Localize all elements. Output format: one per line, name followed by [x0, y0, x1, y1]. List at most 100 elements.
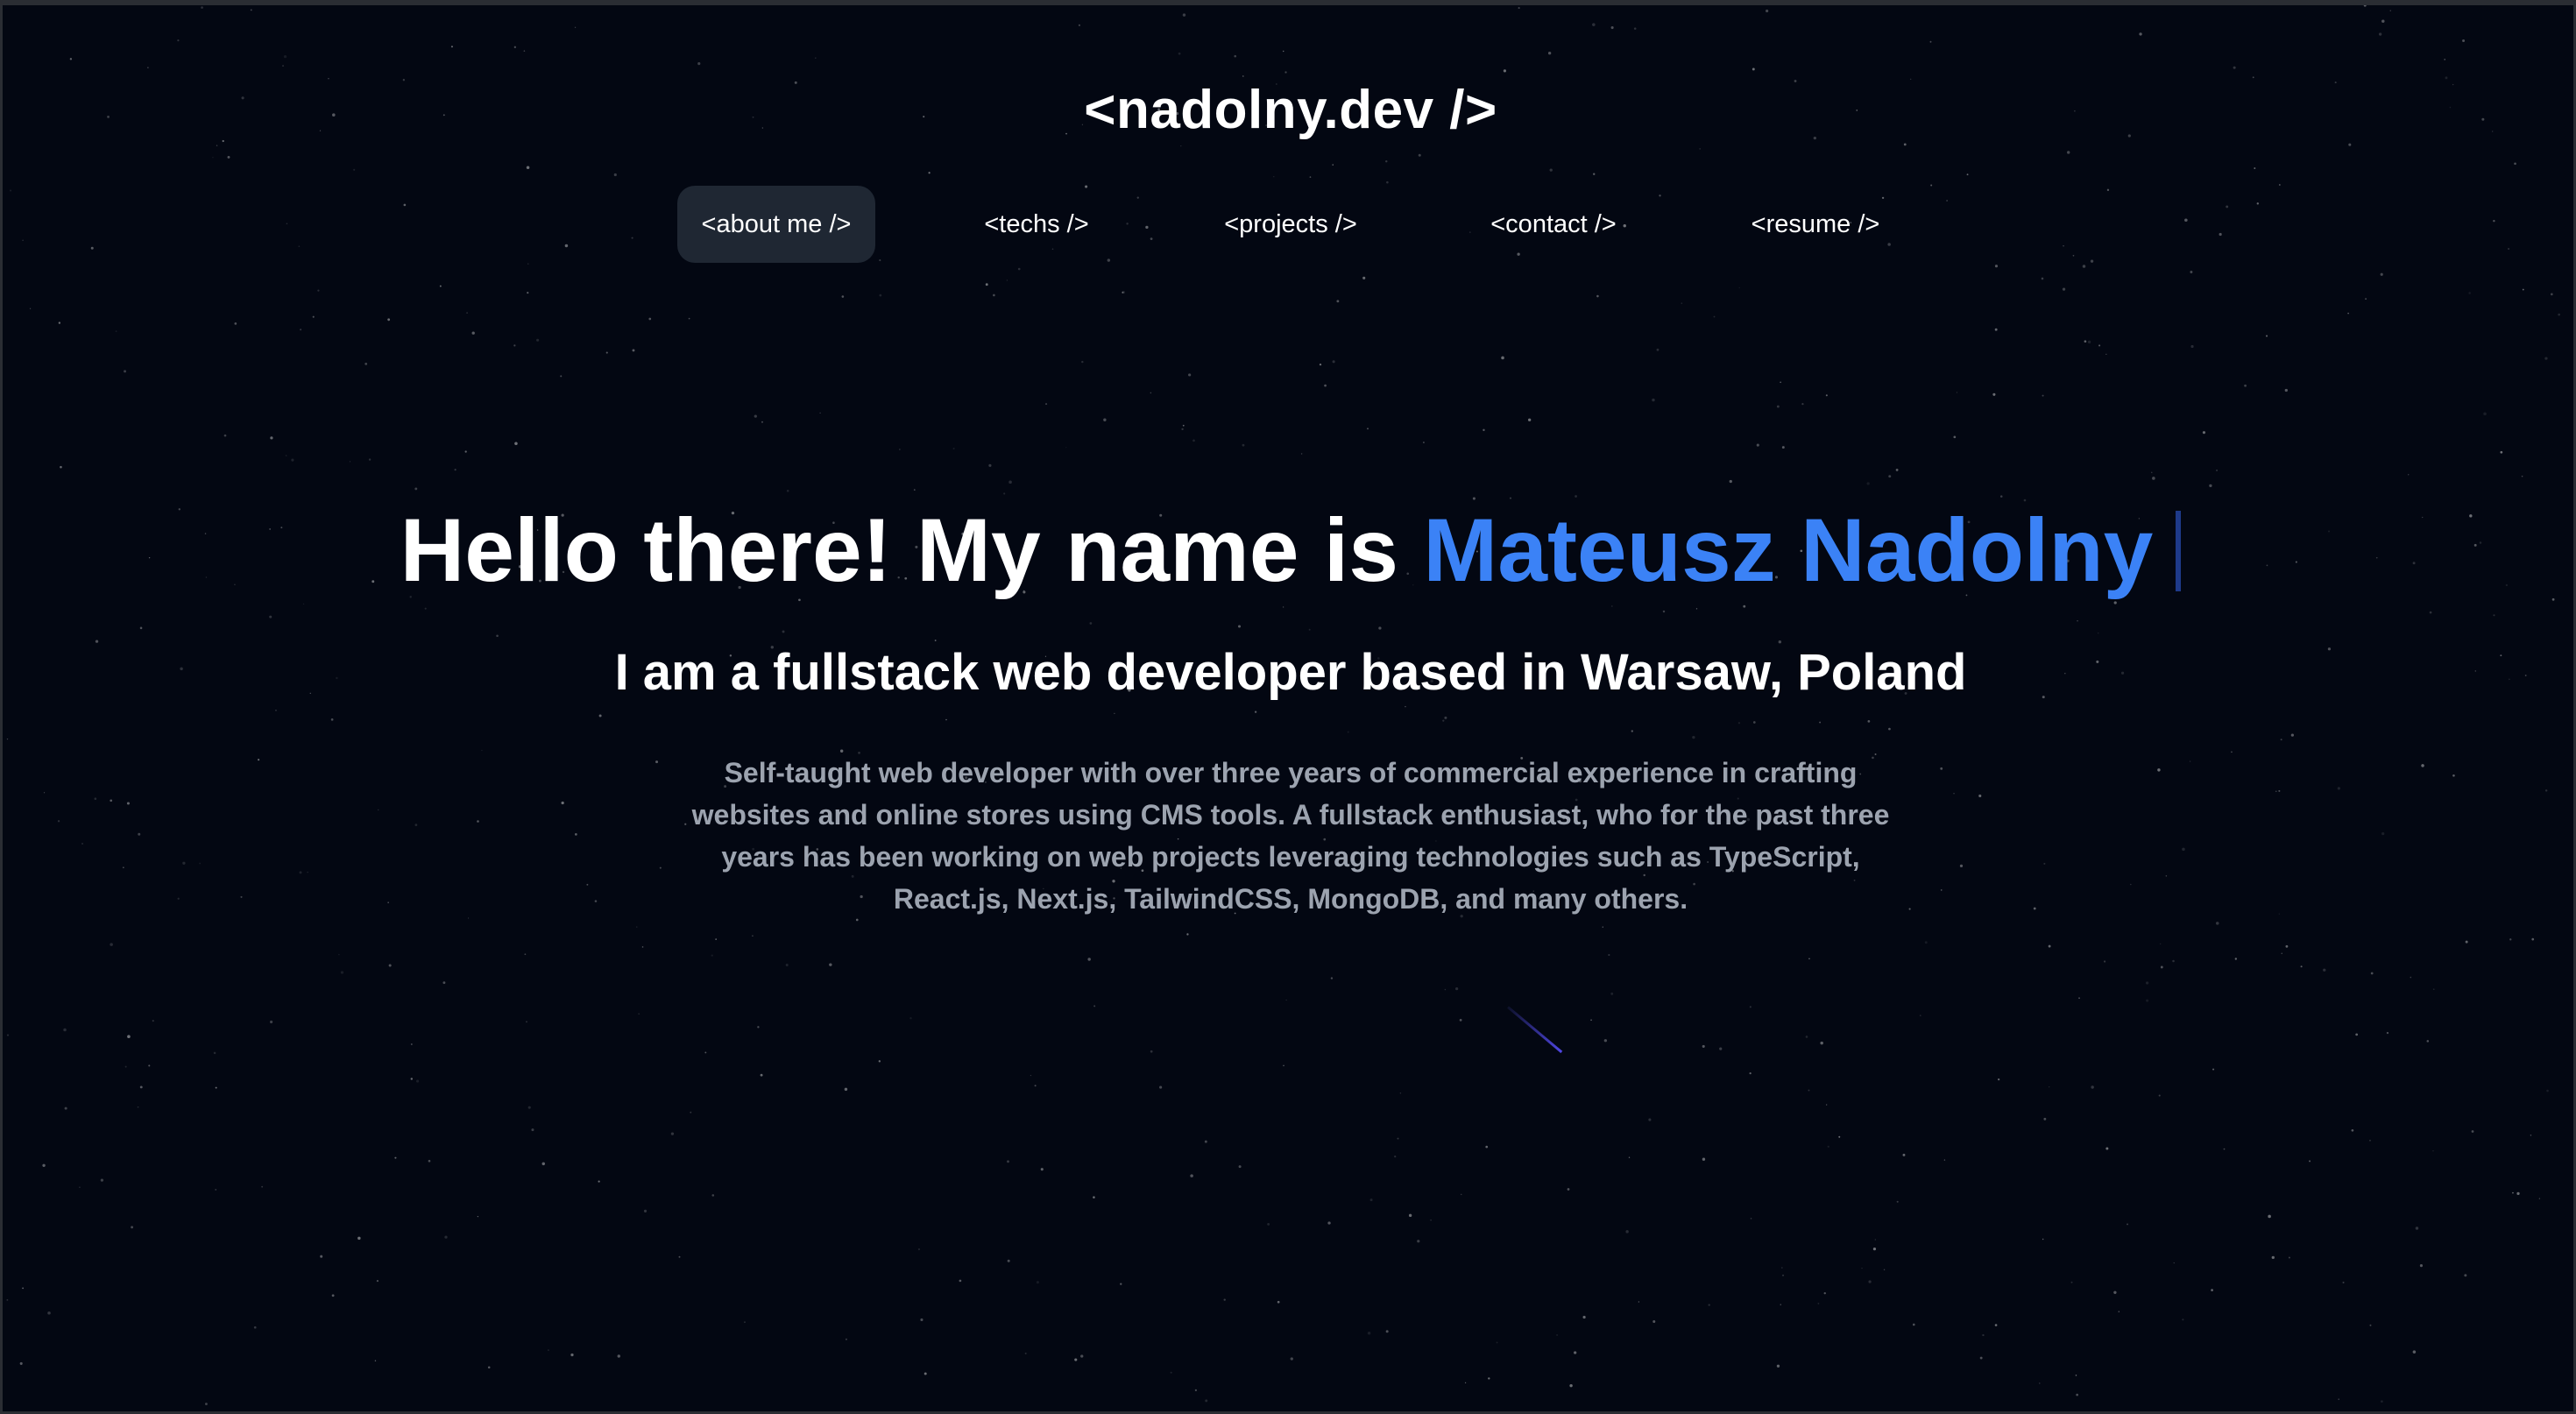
star-dot	[127, 1035, 131, 1038]
star-dot	[1385, 1330, 1389, 1333]
nav-item-about-me[interactable]: <about me />	[677, 186, 875, 263]
star-dot	[1861, 1267, 1863, 1269]
star-dot	[2348, 143, 2352, 146]
star-dot	[1808, 958, 1810, 960]
star-dot	[598, 714, 602, 718]
star-dot	[2098, 344, 2101, 347]
star-dot	[2062, 287, 2066, 291]
star-dot	[1749, 1072, 1752, 1075]
star-dot	[454, 469, 456, 471]
star-dot	[1282, 606, 1284, 608]
star-dot	[2363, 5, 2367, 7]
nav-item-contact[interactable]: <contact />	[1478, 186, 1629, 263]
star-dot	[2043, 1117, 2047, 1121]
star-dot	[19, 1361, 23, 1365]
nav-item-projects[interactable]: <projects />	[1205, 186, 1376, 263]
star-dot	[1194, 1389, 1198, 1391]
star-dot	[2370, 972, 2374, 975]
star-dot	[1652, 398, 1655, 402]
star-dot	[1776, 1364, 1780, 1368]
star-dot	[2415, 1227, 2419, 1230]
star-dot	[387, 318, 391, 322]
star-dot	[1273, 176, 1275, 178]
star-dot	[213, 1051, 216, 1055]
star-dot	[428, 1159, 431, 1163]
star-dot	[574, 26, 577, 29]
star-dot	[2351, 1128, 2354, 1132]
star-dot	[2471, 1130, 2474, 1133]
star-dot	[2365, 298, 2367, 300]
star-dot	[81, 843, 83, 845]
star-dot	[761, 421, 763, 423]
star-dot	[1332, 164, 1334, 166]
star-dot	[1819, 721, 1822, 724]
star-dot	[841, 295, 845, 298]
star-dot	[1078, 24, 1080, 26]
star-dot	[439, 285, 442, 287]
star-dot	[913, 489, 916, 491]
nav-item-resume[interactable]: <resume />	[1737, 186, 1893, 263]
star-dot	[655, 760, 659, 764]
star-dot	[299, 871, 302, 874]
star-dot	[387, 901, 389, 903]
star-dot	[2419, 1264, 2424, 1268]
star-dot	[1030, 1074, 1032, 1077]
star-dot	[2408, 474, 2410, 476]
star-dot	[2381, 831, 2385, 836]
star-dot	[1283, 50, 1284, 53]
star-dot	[1103, 418, 1107, 421]
star-dot	[2118, 1311, 2120, 1312]
star-dot	[2042, 1238, 2044, 1241]
star-dot	[617, 1354, 620, 1358]
star-dot	[269, 615, 272, 619]
star-dot	[1408, 1213, 1412, 1218]
star-dot	[523, 50, 526, 52]
star-dot	[2215, 922, 2219, 925]
star-dot	[2355, 1033, 2359, 1036]
star-dot	[2290, 733, 2294, 737]
star-dot	[1034, 1085, 1037, 1087]
star-dot	[2244, 384, 2247, 387]
star-dot	[928, 172, 931, 174]
star-dot	[2429, 611, 2432, 614]
star-dot	[782, 630, 785, 633]
star-dot	[2280, 739, 2282, 741]
star-dot	[514, 442, 518, 446]
star-dot	[2113, 1290, 2117, 1294]
star-dot	[444, 1235, 448, 1239]
site-logo[interactable]: <nadolny.dev />	[3, 79, 2573, 141]
star-dot	[1719, 1047, 1723, 1050]
star-dot	[711, 954, 713, 957]
star-dot	[1254, 711, 1257, 713]
star-dot	[1943, 1159, 1946, 1161]
star-dot	[1081, 360, 1084, 364]
star-dot	[2048, 944, 2051, 948]
star-dot	[2558, 313, 2561, 316]
hero-name: Mateusz Nadolny	[1423, 500, 2154, 600]
star-dot	[2041, 277, 2044, 280]
star-dot	[1399, 1092, 1402, 1094]
star-dot	[63, 1028, 67, 1032]
star-dot	[1242, 75, 1244, 77]
star-dot	[1953, 793, 1955, 795]
star-dot	[993, 293, 995, 297]
star-dot	[2152, 477, 2155, 480]
star-dot	[1190, 1174, 1193, 1177]
star-dot	[2500, 450, 2503, 454]
star-dot	[2127, 1223, 2128, 1226]
star-dot	[2043, 862, 2046, 865]
star-dot	[531, 1128, 534, 1132]
star-dot	[2105, 1147, 2109, 1150]
star-dot	[1929, 40, 1932, 43]
star-dot	[199, 862, 202, 865]
star-dot	[215, 1086, 217, 1089]
star-dot	[1638, 1301, 1639, 1303]
star-dot	[139, 626, 143, 630]
nav-item-techs[interactable]: <techs />	[963, 186, 1110, 263]
star-dot	[1648, 1118, 1652, 1121]
star-dot	[331, 1294, 335, 1297]
star-dot	[527, 263, 529, 265]
star-dot	[1752, 721, 1756, 724]
star-dot	[1181, 428, 1184, 431]
hero-bio: Self-taught web developer with over thre…	[691, 757, 1890, 915]
